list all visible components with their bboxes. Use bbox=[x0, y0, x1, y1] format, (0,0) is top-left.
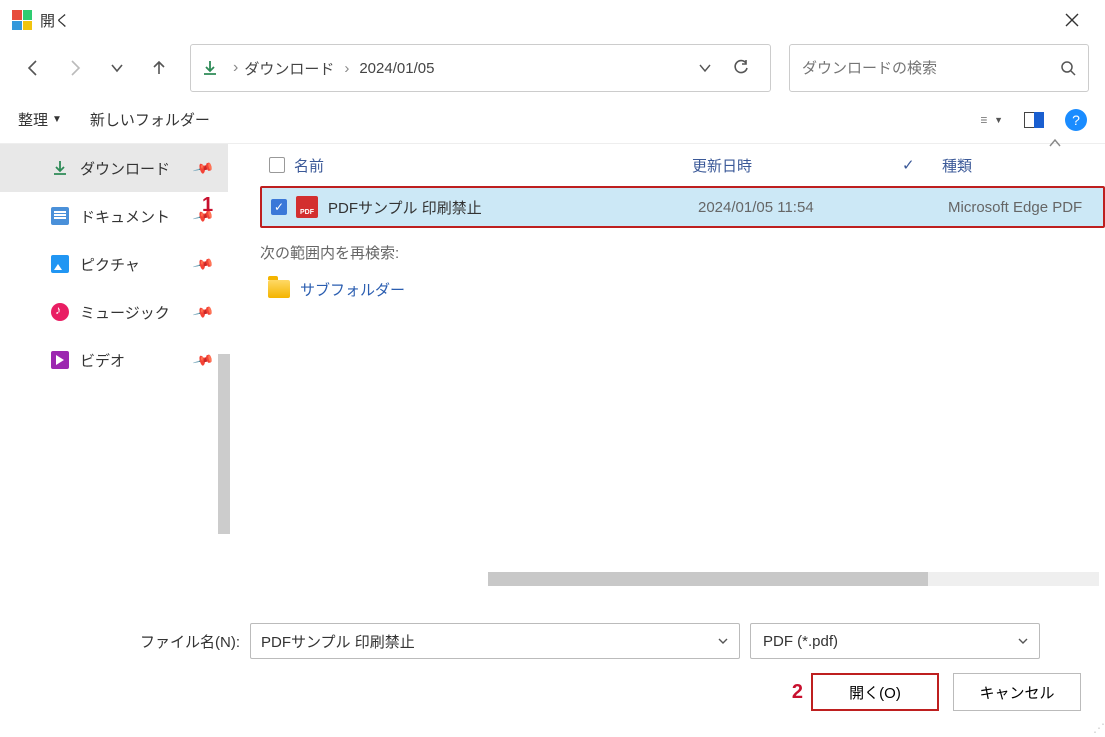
resize-grip-icon[interactable]: ⋰ bbox=[1093, 721, 1103, 735]
horizontal-scrollbar[interactable] bbox=[488, 572, 1099, 586]
pin-icon: 📌 bbox=[191, 300, 215, 323]
column-headers: 名前 更新日時 ✓ 種類 bbox=[260, 144, 1105, 186]
app-icon bbox=[12, 10, 32, 30]
pin-icon: 📌 bbox=[191, 156, 215, 179]
folder-icon bbox=[268, 280, 290, 298]
picture-icon bbox=[50, 254, 70, 274]
breadcrumb-item[interactable]: ダウンロード bbox=[244, 58, 334, 79]
sidebar-item-label: ビデオ bbox=[80, 350, 125, 371]
view-menu-icon[interactable]: ▼ bbox=[981, 109, 1003, 131]
breadcrumb-item[interactable]: 2024/01/05 bbox=[359, 60, 434, 77]
filetype-filter-combobox[interactable]: PDF (*.pdf) bbox=[750, 623, 1040, 659]
nav-up[interactable] bbox=[142, 51, 176, 85]
file-type: Microsoft Edge PDF bbox=[948, 199, 1103, 216]
download-folder-icon bbox=[201, 59, 219, 77]
subfolder-link[interactable]: サブフォルダー bbox=[260, 269, 1105, 309]
search-icon[interactable] bbox=[1060, 60, 1076, 76]
nav-forward[interactable] bbox=[58, 51, 92, 85]
sidebar-item-pictures[interactable]: ピクチャ 📌 bbox=[0, 240, 228, 288]
breadcrumb-sep: › bbox=[338, 60, 355, 77]
sidebar-item-videos[interactable]: ビデオ 📌 bbox=[0, 336, 228, 384]
breadcrumb-sep: › bbox=[227, 59, 244, 77]
document-icon bbox=[50, 206, 70, 226]
annotation-2: 2 bbox=[792, 681, 803, 704]
sidebar-item-label: ミュージック bbox=[80, 302, 170, 323]
sidebar-item-documents[interactable]: ドキュメント 📌 bbox=[0, 192, 228, 240]
address-bar[interactable]: › ダウンロード › 2024/01/05 bbox=[190, 44, 771, 92]
column-check-icon[interactable]: ✓ bbox=[902, 156, 942, 174]
sidebar-item-label: ピクチャ bbox=[80, 254, 140, 275]
preview-pane-icon[interactable] bbox=[1023, 109, 1045, 131]
subfolder-label: サブフォルダー bbox=[300, 279, 405, 300]
sidebar: ダウンロード 📌 ドキュメント 📌 ピクチャ 📌 ミュージック 📌 ビデオ 📌 bbox=[0, 144, 228, 586]
pin-icon: 📌 bbox=[191, 348, 215, 371]
download-icon bbox=[50, 158, 70, 178]
filename-label: ファイル名(N): bbox=[140, 631, 240, 652]
search-input[interactable] bbox=[802, 60, 1060, 77]
filename-combobox[interactable]: PDFサンプル 印刷禁止 bbox=[250, 623, 740, 659]
organize-menu[interactable]: 整理 ▼ bbox=[18, 109, 62, 130]
window-title: 開く bbox=[40, 10, 70, 31]
file-row[interactable]: ✓ PDF PDFサンプル 印刷禁止 2024/01/05 11:54 Micr… bbox=[260, 186, 1105, 228]
file-date: 2024/01/05 11:54 bbox=[698, 199, 908, 216]
open-button[interactable]: 開く(O) bbox=[811, 673, 939, 711]
nav-back[interactable] bbox=[16, 51, 50, 85]
chevron-down-icon bbox=[717, 635, 729, 647]
research-label: 次の範囲内を再検索: bbox=[260, 242, 1105, 263]
new-folder-button[interactable]: 新しいフォルダー bbox=[90, 109, 210, 130]
annotation-1: 1 bbox=[202, 194, 213, 217]
close-button[interactable] bbox=[1051, 7, 1093, 33]
refresh-button[interactable] bbox=[722, 59, 760, 77]
video-icon bbox=[50, 350, 70, 370]
search-box[interactable] bbox=[789, 44, 1089, 92]
select-all-checkbox[interactable] bbox=[269, 157, 285, 173]
sidebar-item-label: ドキュメント bbox=[80, 206, 170, 227]
file-name: PDFサンプル 印刷禁止 bbox=[328, 197, 698, 218]
column-sort-indicator-icon bbox=[1048, 138, 1062, 148]
chevron-down-icon bbox=[1017, 635, 1029, 647]
sidebar-item-music[interactable]: ミュージック 📌 bbox=[0, 288, 228, 336]
pdf-file-icon: PDF bbox=[296, 196, 318, 218]
sidebar-item-label: ダウンロード bbox=[80, 158, 170, 179]
file-checkbox[interactable]: ✓ bbox=[271, 199, 287, 215]
column-type[interactable]: 種類 bbox=[942, 155, 1105, 176]
pin-icon: 📌 bbox=[191, 252, 215, 275]
column-name[interactable]: 名前 bbox=[294, 155, 692, 176]
sidebar-item-downloads[interactable]: ダウンロード 📌 bbox=[0, 144, 228, 192]
nav-recent-dropdown[interactable] bbox=[100, 51, 134, 85]
column-date[interactable]: 更新日時 bbox=[692, 155, 902, 176]
address-dropdown[interactable] bbox=[688, 61, 722, 75]
music-icon bbox=[50, 302, 70, 322]
help-icon[interactable]: ? bbox=[1065, 109, 1087, 131]
file-list-pane: 名前 更新日時 ✓ 種類 1 ✓ PDF PDFサンプル 印刷禁止 2024/0… bbox=[228, 144, 1105, 586]
cancel-button[interactable]: キャンセル bbox=[953, 673, 1081, 711]
